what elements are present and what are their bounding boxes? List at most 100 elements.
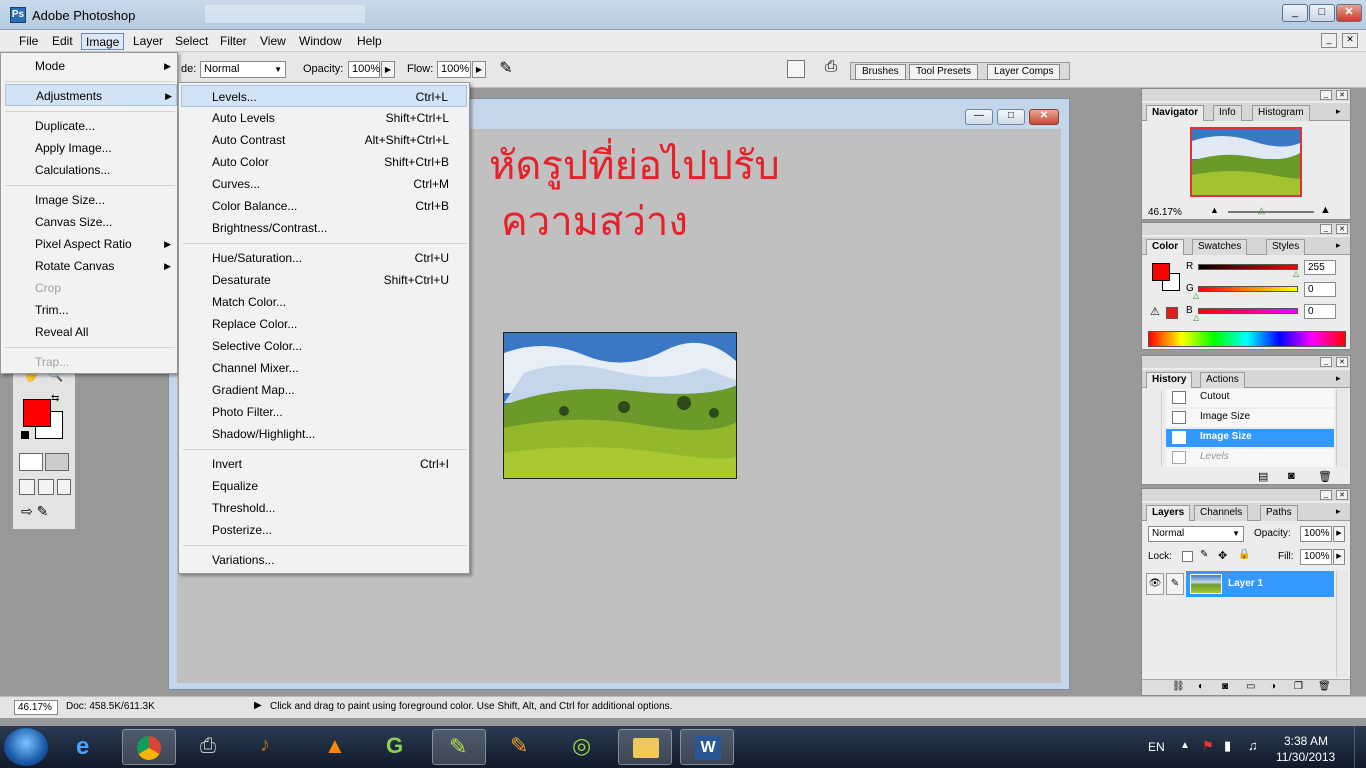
menu-help[interactable]: Help [353, 33, 386, 50]
taskbar-app-3[interactable]: ⎙ [184, 729, 238, 765]
new-group-icon[interactable]: ▭ [1246, 681, 1255, 692]
image-menu-apply-image[interactable]: Apply Image... [1, 137, 177, 159]
tab-histogram[interactable]: Histogram [1252, 105, 1310, 121]
layers-scrollbar[interactable] [1336, 571, 1348, 677]
screen-mode-standard-icon[interactable] [19, 479, 35, 495]
adjust-auto-color[interactable]: Auto Color Shift+Ctrl+B [179, 151, 469, 173]
layer-row[interactable]: 👁 ✎ Layer 1 [1144, 571, 1334, 597]
layer-opacity-input[interactable]: 100% [1300, 526, 1332, 542]
panel-minimize-icon[interactable]: _ [1320, 90, 1332, 100]
history-scrollbar[interactable] [1336, 389, 1348, 467]
panel-close-icon[interactable]: ✕ [1336, 357, 1348, 367]
tab-styles[interactable]: Styles [1266, 239, 1306, 255]
screen-mode-full-icon[interactable] [57, 479, 71, 495]
tab-tool-presets[interactable]: Tool Presets [909, 64, 979, 80]
panel-menu-icon[interactable]: ▸ [1336, 373, 1341, 384]
menu-view[interactable]: View [256, 33, 290, 50]
r-slider[interactable] [1198, 264, 1298, 270]
lock-transparent-icon[interactable] [1182, 551, 1193, 562]
fill-input[interactable]: 100% [1300, 549, 1332, 565]
zoom-slider[interactable] [1228, 211, 1314, 213]
adjust-brightness-contrast[interactable]: Brightness/Contrast... [179, 217, 469, 239]
zoom-in-icon[interactable]: ▲ [1320, 204, 1331, 216]
b-input[interactable]: 0 [1304, 304, 1336, 319]
image-menu-pixel-aspect-ratio[interactable]: Pixel Aspect Ratio ▶ [1, 233, 177, 255]
layer-name[interactable]: Layer 1 [1228, 578, 1263, 589]
panel-minimize-icon[interactable]: _ [1320, 224, 1332, 234]
minimize-button[interactable]: _ [1282, 4, 1308, 22]
screen-mode-full-menu-icon[interactable] [38, 479, 54, 495]
quick-mask-icon[interactable] [45, 453, 69, 471]
color-fg-swatch[interactable] [1152, 263, 1170, 281]
image-menu-duplicate[interactable]: Duplicate... [1, 115, 177, 137]
adjust-gradient-map[interactable]: Gradient Map... [179, 379, 469, 401]
tab-info[interactable]: Info [1213, 105, 1242, 121]
g-input[interactable]: 0 [1304, 282, 1336, 297]
r-input[interactable]: 255 [1304, 260, 1336, 275]
clock-date[interactable]: 11/30/2013 [1276, 750, 1335, 764]
panel-close-icon[interactable]: ✕ [1336, 90, 1348, 100]
new-layer-icon[interactable]: ❐ [1294, 681, 1303, 692]
adjust-replace-color[interactable]: Replace Color... [179, 313, 469, 335]
tab-swatches[interactable]: Swatches [1192, 239, 1248, 255]
adjust-variations[interactable]: Variations... [179, 549, 469, 571]
adjust-threshold[interactable]: Threshold... [179, 497, 469, 519]
maximize-button[interactable]: □ [1309, 4, 1335, 22]
swap-colors-icon[interactable]: ⇆ [51, 393, 59, 404]
navigator-zoom[interactable]: 46.17% [1148, 207, 1182, 218]
tab-navigator[interactable]: Navigator [1146, 105, 1205, 121]
menu-file[interactable]: File [15, 33, 42, 50]
taskbar-word[interactable]: W [680, 729, 734, 765]
adjust-photo-filter[interactable]: Photo Filter... [179, 401, 469, 423]
history-item[interactable]: Cutout [1166, 389, 1334, 407]
taskbar-app-6[interactable]: G [370, 729, 424, 765]
status-zoom[interactable]: 46.17% [14, 700, 58, 715]
image-menu-rotate-canvas[interactable]: Rotate Canvas ▶ [1, 255, 177, 277]
tab-layers[interactable]: Layers [1146, 505, 1191, 521]
foreground-color-swatch[interactable] [23, 399, 51, 427]
b-slider-thumb[interactable]: △ [1193, 313, 1199, 322]
mode-select[interactable]: Normal ▼ [200, 61, 286, 78]
image-menu-mode[interactable]: Mode ▶ [1, 55, 177, 77]
taskbar-ie[interactable]: e [62, 729, 116, 765]
network-icon[interactable]: ▮ [1224, 738, 1231, 754]
standard-mode-icon[interactable] [19, 453, 43, 471]
tab-paths[interactable]: Paths [1260, 505, 1298, 521]
link-layers-icon[interactable]: ⛓ [1172, 681, 1185, 692]
tray-expand-icon[interactable]: ▲ [1180, 740, 1190, 751]
navigator-preview[interactable] [1190, 127, 1302, 197]
taskbar-app-9[interactable]: ◎ [556, 729, 610, 765]
taskbar-vlc[interactable]: ▲ [308, 729, 362, 765]
language-indicator[interactable]: EN [1148, 740, 1165, 754]
adjustment-layer-icon[interactable]: ◑ [1270, 681, 1276, 692]
panel-menu-icon[interactable]: ▸ [1336, 506, 1341, 517]
adjust-curves[interactable]: Curves... Ctrl+M [179, 173, 469, 195]
adjust-levels[interactable]: Levels... Ctrl+L [181, 85, 467, 107]
default-colors-icon[interactable] [21, 431, 29, 439]
layer-style-icon[interactable]: ◐ [1198, 681, 1204, 692]
trash-icon[interactable]: 🗑 [1318, 470, 1332, 483]
panel-menu-icon[interactable]: ▸ [1336, 240, 1341, 251]
adjust-posterize[interactable]: Posterize... [179, 519, 469, 541]
delete-layer-icon[interactable]: 🗑 [1318, 681, 1331, 692]
start-button[interactable] [4, 728, 48, 766]
image-menu-reveal-all[interactable]: Reveal All [1, 321, 177, 343]
b-slider[interactable] [1198, 308, 1298, 314]
tab-actions[interactable]: Actions [1200, 372, 1245, 388]
menu-window[interactable]: Window [295, 33, 346, 50]
g-slider[interactable] [1198, 286, 1298, 292]
adjust-auto-contrast[interactable]: Auto Contrast Alt+Shift+Ctrl+L [179, 129, 469, 151]
zoom-out-icon[interactable]: ▲ [1210, 205, 1219, 215]
image-menu-adjustments[interactable]: Adjustments ▶ [5, 84, 177, 106]
history-item[interactable]: Levels [1166, 449, 1334, 467]
image-menu-image-size[interactable]: Image Size... [1, 189, 177, 211]
adjust-invert[interactable]: Invert Ctrl+I [179, 453, 469, 475]
menu-filter[interactable]: Filter [216, 33, 251, 50]
tab-color[interactable]: Color [1146, 239, 1185, 255]
layer-opacity-arrow-icon[interactable]: ▶ [1333, 526, 1345, 542]
tab-channels[interactable]: Channels [1194, 505, 1249, 521]
new-document-from-state-icon[interactable]: ▤ [1258, 470, 1268, 483]
imageready-jump-icon[interactable]: ⇨ ✎ [21, 503, 69, 523]
tab-layer-comps[interactable]: Layer Comps [987, 64, 1061, 80]
file-browser-icon[interactable] [787, 60, 805, 78]
